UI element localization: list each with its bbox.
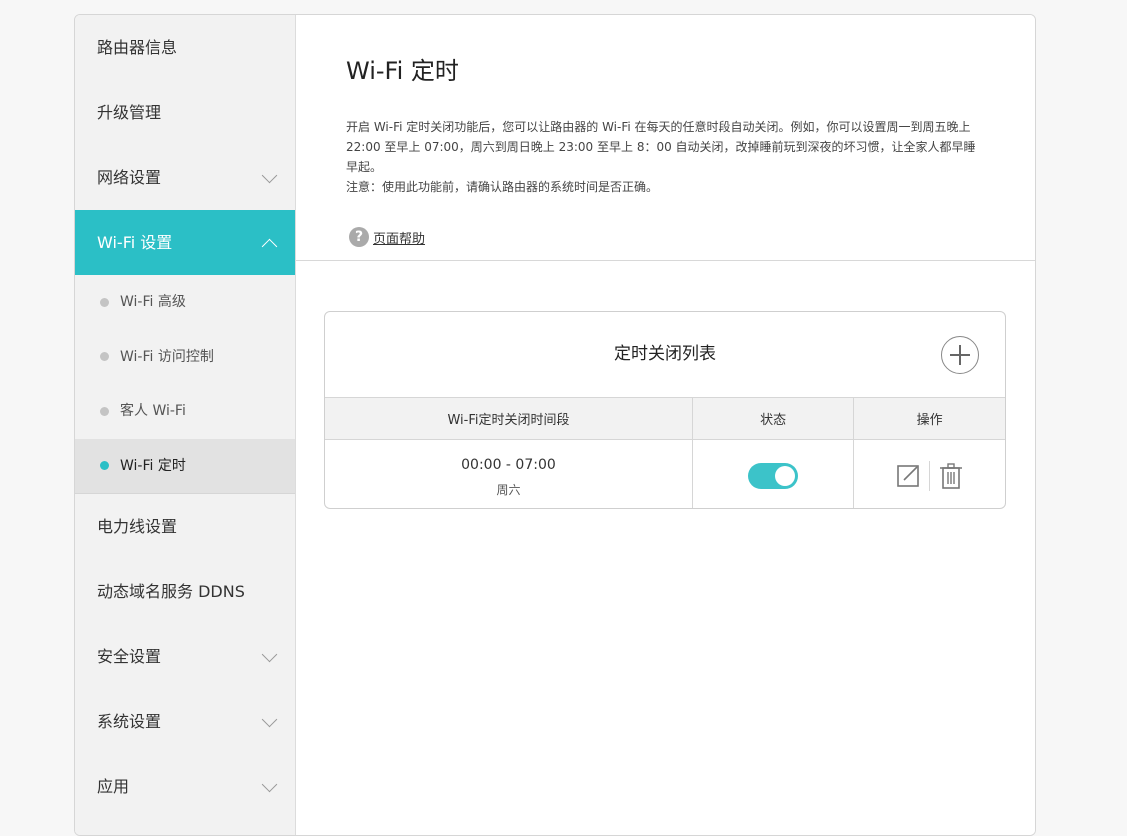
schedule-table: Wi-Fi定时关闭时间段 状态 操作 00:00 - 07:00 周六 <box>325 397 1005 509</box>
sidebar-subitem-wifi-advanced[interactable]: Wi-Fi 高级 <box>75 275 295 330</box>
sidebar-item-label: 系统设置 <box>97 712 162 731</box>
description-text: 开启 Wi-Fi 定时关闭功能后，您可以让路由器的 Wi-Fi 在每天的任意时段… <box>346 120 976 174</box>
sidebar-item-apps[interactable]: 应用 <box>75 754 295 819</box>
sidebar-item-network-settings[interactable]: 网络设置 <box>75 145 295 210</box>
page-description: 开启 Wi-Fi 定时关闭功能后，您可以让路由器的 Wi-Fi 在每天的任意时段… <box>346 117 986 197</box>
column-header-actions: 操作 <box>853 397 1005 440</box>
sidebar-subitem-wifi-schedule[interactable]: Wi-Fi 定时 <box>75 438 295 494</box>
bullet-dot-icon <box>100 352 109 362</box>
chevron-down-icon <box>261 776 278 792</box>
sidebar-subitem-guest-wifi[interactable]: 客人 Wi-Fi <box>75 384 295 439</box>
sidebar-item-router-info[interactable]: 路由器信息 <box>75 15 295 80</box>
sidebar-item-label: 路由器信息 <box>97 38 178 57</box>
sidebar-item-label: 动态域名服务 DDNS <box>97 582 245 601</box>
bullet-dot-icon <box>100 406 109 416</box>
toggle-knob <box>775 466 796 486</box>
page-title: Wi-Fi 定时 <box>346 57 459 85</box>
sidebar: 路由器信息 升级管理 网络设置 Wi-Fi 设置 Wi-Fi 高级 Wi-Fi … <box>75 15 296 835</box>
table-header-row: Wi-Fi定时关闭时间段 状态 操作 <box>325 397 1005 440</box>
sidebar-item-wifi-settings[interactable]: Wi-Fi 设置 <box>75 210 295 275</box>
sidebar-item-powerline[interactable]: 电力线设置 <box>75 494 295 559</box>
edit-icon[interactable] <box>895 462 921 490</box>
schedule-list-card: 定时关闭列表 Wi-Fi定时关闭时间段 状态 操作 00:00 - 07:00 <box>324 311 1006 509</box>
add-schedule-button[interactable] <box>941 336 979 374</box>
question-circle-icon: ? <box>349 227 369 247</box>
sidebar-subitem-label: Wi-Fi 高级 <box>120 294 186 310</box>
chevron-down-icon <box>261 711 278 727</box>
sidebar-item-label: Wi-Fi 设置 <box>97 233 173 252</box>
sidebar-subitem-label: Wi-Fi 定时 <box>120 457 186 474</box>
page-help-label: 页面帮助 <box>373 231 426 247</box>
description-note: 注意：使用此功能前，请确认路由器的系统时间是否正确。 <box>346 180 659 194</box>
sidebar-item-label: 升级管理 <box>97 103 162 122</box>
sidebar-item-upgrade[interactable]: 升级管理 <box>75 80 295 145</box>
sidebar-item-ddns[interactable]: 动态域名服务 DDNS <box>75 559 295 624</box>
sidebar-item-label: 安全设置 <box>97 647 162 666</box>
time-range-value: 00:00 - 07:00 <box>461 456 556 473</box>
time-range-cell: 00:00 - 07:00 周六 <box>325 440 692 509</box>
sidebar-item-label: 电力线设置 <box>97 517 178 536</box>
table-row: 00:00 - 07:00 周六 <box>325 439 1005 509</box>
page-help-link[interactable]: ? 页面帮助 <box>349 227 425 247</box>
sidebar-item-security[interactable]: 安全设置 <box>75 624 295 689</box>
chevron-up-icon <box>261 238 278 254</box>
main-content: Wi-Fi 定时 开启 Wi-Fi 定时关闭功能后，您可以让路由器的 Wi-Fi… <box>296 15 1035 835</box>
actions-cell <box>853 439 1005 508</box>
chevron-down-icon <box>261 646 278 662</box>
sidebar-subitem-wifi-access-control[interactable]: Wi-Fi 访问控制 <box>75 329 295 384</box>
sidebar-subitem-label: Wi-Fi 访问控制 <box>120 348 214 365</box>
bullet-dot-icon <box>100 297 109 307</box>
sidebar-item-label: 应用 <box>97 777 130 796</box>
chevron-down-icon <box>261 167 278 183</box>
trash-icon[interactable] <box>938 462 964 490</box>
router-admin-window: 路由器信息 升级管理 网络设置 Wi-Fi 设置 Wi-Fi 高级 Wi-Fi … <box>74 14 1036 836</box>
bullet-dot-icon <box>100 461 109 471</box>
schedule-enabled-toggle[interactable] <box>748 463 799 489</box>
schedule-list-title: 定时关闭列表 <box>614 344 716 364</box>
repeat-days-value: 周六 <box>496 482 521 497</box>
column-header-status: 状态 <box>691 397 854 440</box>
sidebar-item-system[interactable]: 系统设置 <box>75 689 295 754</box>
status-cell <box>691 439 854 508</box>
sidebar-item-label: 网络设置 <box>97 168 162 187</box>
page-header: Wi-Fi 定时 开启 Wi-Fi 定时关闭功能后，您可以让路由器的 Wi-Fi… <box>296 15 1035 261</box>
actions-divider <box>929 461 931 491</box>
sidebar-subitem-label: 客人 Wi-Fi <box>120 403 186 419</box>
column-header-time-range: Wi-Fi定时关闭时间段 <box>325 397 693 440</box>
